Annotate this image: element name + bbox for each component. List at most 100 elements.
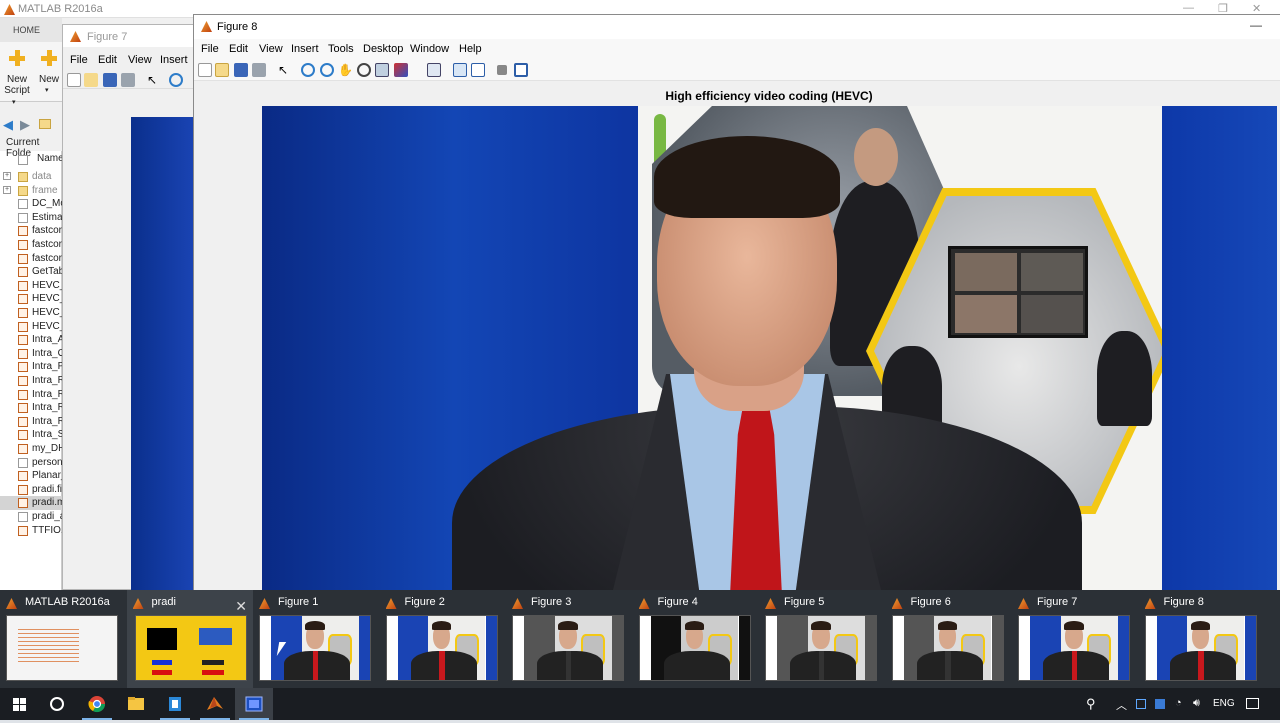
- file-list-item[interactable]: HEVC_: [0, 279, 62, 293]
- figure-7-titlebar[interactable]: Figure 7: [63, 25, 195, 47]
- file-list-item[interactable]: + data: [0, 170, 62, 184]
- file-list-item[interactable]: Intra_R: [0, 374, 62, 388]
- link-icon[interactable]: [427, 63, 441, 77]
- generic-app-icon[interactable]: [156, 688, 194, 720]
- switcher-tile[interactable]: pradi ✕: [126, 590, 253, 688]
- file-list-item[interactable]: HEVC_: [0, 320, 62, 334]
- menu-tools[interactable]: Tools: [328, 43, 354, 55]
- switcher-tile[interactable]: Figure 6: [886, 590, 1013, 688]
- minimize-icon[interactable]: —: [1250, 18, 1262, 32]
- file-list-item[interactable]: pradi_a: [0, 510, 62, 524]
- print-icon[interactable]: [252, 63, 266, 77]
- notifications-icon[interactable]: [1246, 698, 1259, 709]
- colorbar-icon[interactable]: [453, 63, 467, 77]
- file-list-item[interactable]: fastcor: [0, 252, 62, 266]
- data-cursor-icon[interactable]: [375, 63, 389, 77]
- file-list-item[interactable]: + frame: [0, 184, 62, 198]
- pointer-icon[interactable]: ↖: [147, 73, 161, 87]
- menu-file[interactable]: File: [70, 54, 88, 66]
- switcher-tile[interactable]: Figure 4: [633, 590, 760, 688]
- tray-app-icon[interactable]: [1136, 699, 1146, 709]
- show-hidden-icons[interactable]: ︿: [1116, 697, 1127, 713]
- menu-view[interactable]: View: [259, 43, 283, 55]
- figure-window-icon[interactable]: [235, 688, 273, 720]
- zoom-out-icon[interactable]: [320, 63, 334, 77]
- new-button[interactable]: New: [38, 74, 60, 85]
- new-script-button[interactable]: New Script: [4, 74, 30, 96]
- chrome-icon[interactable]: [78, 688, 116, 720]
- file-list-item[interactable]: Intra_P: [0, 360, 62, 374]
- new-script-dropdown-icon[interactable]: ▾: [12, 97, 16, 108]
- menu-edit[interactable]: Edit: [98, 54, 117, 66]
- tray-app-icon[interactable]: [1155, 699, 1165, 709]
- new-figure-icon[interactable]: [198, 63, 212, 77]
- file-list-item[interactable]: Planar_: [0, 469, 62, 483]
- volume-icon[interactable]: 🔊︎: [1193, 697, 1200, 710]
- new-icon[interactable]: [41, 50, 57, 66]
- new-figure-icon[interactable]: [67, 73, 81, 87]
- file-list-item[interactable]: GetTab: [0, 265, 62, 279]
- dock-icon[interactable]: [514, 63, 528, 77]
- file-list-item[interactable]: fastcor: [0, 238, 62, 252]
- brush-icon[interactable]: [394, 63, 408, 77]
- browse-folder-icon[interactable]: [39, 119, 51, 129]
- file-list-item[interactable]: pradi.m: [0, 496, 62, 510]
- file-list-item[interactable]: Intra_S: [0, 428, 62, 442]
- switcher-tile[interactable]: MATLAB R2016a: [0, 590, 127, 688]
- menu-desktop[interactable]: Desktop: [363, 43, 403, 55]
- legend-icon[interactable]: [471, 63, 485, 77]
- save-icon[interactable]: [234, 63, 248, 77]
- matlab-icon[interactable]: [196, 688, 234, 720]
- rotate-icon[interactable]: [357, 63, 371, 77]
- file-list-item[interactable]: Estimat: [0, 211, 62, 225]
- file-list-item[interactable]: person: [0, 456, 62, 470]
- print-icon[interactable]: [121, 73, 135, 87]
- file-list-item[interactable]: HEVC_: [0, 292, 62, 306]
- people-icon[interactable]: ⚲: [1086, 696, 1096, 712]
- file-explorer-icon[interactable]: [117, 688, 155, 720]
- zoom-in-icon[interactable]: [169, 73, 183, 87]
- file-list-item[interactable]: Intra_O: [0, 347, 62, 361]
- expand-icon[interactable]: +: [3, 185, 11, 194]
- switcher-tile[interactable]: Figure 8: [1139, 590, 1266, 688]
- menu-insert[interactable]: Insert: [160, 54, 188, 66]
- language-indicator[interactable]: ENG: [1213, 698, 1235, 709]
- tab-home[interactable]: HOME: [13, 25, 40, 35]
- switcher-tile[interactable]: Figure 7: [1012, 590, 1139, 688]
- pointer-icon[interactable]: ↖: [278, 63, 292, 77]
- file-list-item[interactable]: fastcor: [0, 224, 62, 238]
- open-icon[interactable]: [215, 63, 229, 77]
- windows-start-icon[interactable]: [0, 688, 38, 720]
- zoom-in-icon[interactable]: [301, 63, 315, 77]
- figure-8-window[interactable]: Figure 8 — File Edit View Insert Tools D…: [193, 14, 1280, 591]
- network-icon[interactable]: ◔: [1175, 697, 1182, 709]
- new-dropdown-icon[interactable]: ▾: [45, 85, 49, 96]
- file-list-item[interactable]: my_DH: [0, 442, 62, 456]
- file-list-item[interactable]: HEVC_: [0, 306, 62, 320]
- close-icon[interactable]: ✕: [235, 598, 247, 615]
- file-list-item[interactable]: Intra_R: [0, 401, 62, 415]
- switcher-tile[interactable]: Figure 3: [506, 590, 633, 688]
- figure-8-titlebar[interactable]: Figure 8 —: [194, 15, 1280, 39]
- expand-icon[interactable]: +: [3, 172, 11, 180]
- switcher-tile[interactable]: Figure 2: [380, 590, 507, 688]
- switcher-tile[interactable]: Figure 1: [253, 590, 380, 688]
- save-icon[interactable]: [103, 73, 117, 87]
- forward-arrow-icon[interactable]: ▶: [20, 117, 30, 133]
- menu-window[interactable]: Window: [410, 43, 449, 55]
- new-script-icon[interactable]: [9, 50, 25, 66]
- hide-tools-icon[interactable]: [497, 65, 507, 75]
- file-list-item[interactable]: TTFIO.r: [0, 524, 62, 538]
- switcher-tile[interactable]: Figure 5: [759, 590, 886, 688]
- figure-7-window[interactable]: Figure 7 File Edit View Insert ↖: [62, 24, 195, 591]
- menu-edit[interactable]: Edit: [229, 43, 248, 55]
- cortana-icon[interactable]: [38, 688, 76, 720]
- name-column-header[interactable]: Name: [37, 153, 64, 164]
- file-list-item[interactable]: Intra_R: [0, 415, 62, 429]
- menu-view[interactable]: View: [128, 54, 152, 66]
- file-list-item[interactable]: DC_Mo: [0, 197, 62, 211]
- minimize-icon[interactable]: —: [1183, 2, 1194, 14]
- menu-insert[interactable]: Insert: [291, 43, 319, 55]
- file-list-item[interactable]: Intra_R: [0, 388, 62, 402]
- menu-file[interactable]: File: [201, 43, 219, 55]
